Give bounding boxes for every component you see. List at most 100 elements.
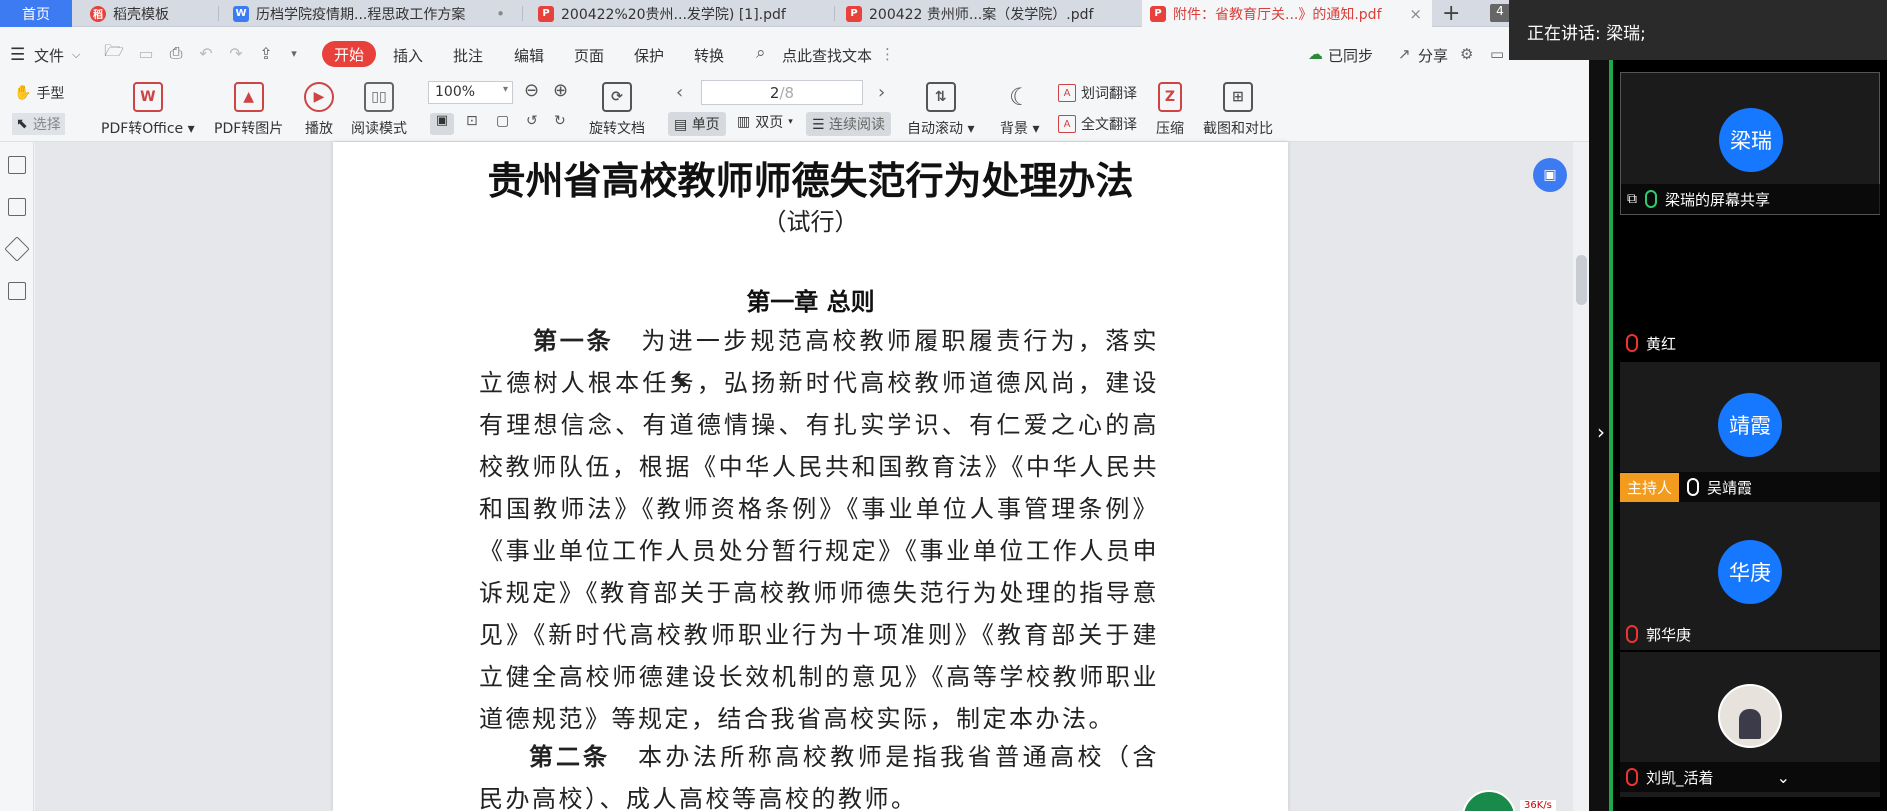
gear-icon[interactable]: ⚙: [1460, 45, 1473, 63]
more-chevron-icon[interactable]: ▾: [284, 43, 304, 63]
hand-tool[interactable]: ✋ 手型: [14, 83, 64, 103]
page-total: /8: [779, 84, 795, 102]
pdf-to-office-button[interactable]: W PDF转Office ▾: [101, 82, 195, 138]
fit-width-icon[interactable]: ⊡: [466, 113, 478, 129]
video-tile-share[interactable]: 梁瑞 ⧉ 梁瑞的屏幕共享: [1620, 72, 1881, 215]
active-indicator: [1609, 0, 1613, 811]
share-icon[interactable]: ↗: [1398, 45, 1411, 63]
tab-pdf-active[interactable]: P 附件：省教育厅关...》的通知.pdf ×: [1142, 0, 1432, 27]
single-page-label: 单页: [691, 117, 720, 133]
prev-page-icon[interactable]: ‹: [676, 82, 683, 103]
undo-icon[interactable]: ↶: [196, 43, 216, 63]
chevron-down-icon[interactable]: ⌄: [1777, 768, 1790, 787]
rotate-right-icon[interactable]: ↻: [554, 113, 566, 129]
double-page-icon: ▥: [737, 114, 751, 130]
article-2: 第二条 本办法所称高校教师是指我省普通高校（含民办高校）、成人高校等高校的教师。: [479, 736, 1159, 811]
search-icon[interactable]: ⌕: [756, 43, 766, 63]
continuous-read-button[interactable]: ☰ 连续阅读: [806, 112, 892, 136]
tab-word-doc[interactable]: W 历档学院疫情期...程思政工作方案 •: [225, 0, 515, 27]
cloud-sync-icon[interactable]: ☁: [1308, 45, 1323, 63]
menu-edit[interactable]: 编辑: [514, 45, 544, 66]
search-text-button[interactable]: 点此查找文本: [782, 45, 872, 66]
mic-muted-icon: [1626, 625, 1638, 643]
close-icon[interactable]: ×: [1409, 5, 1422, 23]
background-label: 背景 ▾: [1000, 121, 1040, 137]
tab-home[interactable]: 首页: [0, 0, 72, 27]
video-tile-huanghong[interactable]: 黄红: [1620, 215, 1880, 360]
full-translate-button[interactable]: A 全文翻译: [1058, 114, 1137, 134]
auto-scroll-button[interactable]: ⇅ 自动滚动 ▾: [907, 82, 974, 138]
zoom-in-icon[interactable]: ⊕: [553, 80, 568, 101]
thumbnail-icon[interactable]: [8, 198, 26, 216]
tab-pdf-1[interactable]: P 200422%20贵州...发学院) [1].pdf: [530, 0, 830, 27]
screenshot-compare-button[interactable]: ⊞ 截图和对比: [1203, 82, 1273, 138]
rotate-document-label: 旋转文档: [589, 121, 645, 137]
bookmark-icon[interactable]: [4, 236, 30, 262]
redo-icon[interactable]: ↷: [226, 43, 246, 63]
rotate-left-icon[interactable]: ↺: [526, 113, 538, 129]
menu-page[interactable]: 页面: [574, 45, 604, 66]
chevron-down-icon[interactable]: ⌵: [72, 48, 80, 62]
menu-annotate[interactable]: 批注: [453, 45, 483, 66]
chat-icon[interactable]: ▭: [1490, 45, 1504, 63]
tab-start[interactable]: 开始: [322, 41, 376, 67]
background-button[interactable]: ☾ 背景 ▾: [1000, 82, 1039, 138]
save-icon[interactable]: ▭: [136, 43, 156, 63]
select-tool[interactable]: ⬉ 选择: [12, 113, 65, 135]
rotate-document-button[interactable]: ⟳ 旋转文档: [589, 82, 645, 138]
menu-convert[interactable]: 转换: [694, 45, 724, 66]
video-tile-host[interactable]: 靖霞 主持人 吴靖霞: [1620, 362, 1880, 507]
share-button[interactable]: 分享: [1418, 45, 1448, 66]
scrollbar-thumb[interactable]: [1576, 255, 1587, 305]
tab-count-badge[interactable]: 4: [1490, 4, 1510, 22]
expand-panel-icon[interactable]: ›: [1597, 420, 1605, 444]
video-tile-guohuageng[interactable]: 华庚 郭华庚: [1620, 507, 1880, 650]
play-button[interactable]: ▶ 播放: [304, 82, 334, 138]
pdf-page[interactable]: 贵州省高校教师师德失范行为处理办法 （试行） 第一章 总则 第一条 为进一步规范高…: [333, 142, 1288, 811]
fit-page-icon[interactable]: ▣: [430, 113, 454, 135]
read-mode-button[interactable]: ▯▯ 阅读模式: [351, 82, 407, 138]
tab-pdf-2-label: 200422 贵州师...案（发学院）.pdf: [869, 6, 1094, 23]
tab-bar: 首页 稻 稻壳模板 W 历档学院疫情期...程思政工作方案 • P 200422…: [0, 0, 1589, 27]
participant-name: 郭华庚: [1646, 625, 1692, 644]
video-tile-liukai[interactable]: 刘凯_活着 ⌄: [1620, 652, 1880, 797]
actual-size-icon[interactable]: ▢: [496, 113, 509, 129]
chevron-down-icon: ▾: [502, 84, 508, 95]
menu-file[interactable]: 文件: [34, 45, 64, 66]
tab-pdf-2[interactable]: P 200422 贵州师...案（发学院）.pdf: [838, 0, 1138, 27]
pdf-to-image-button[interactable]: ▲ PDF转图片: [214, 82, 283, 138]
print-icon[interactable]: ⎙: [166, 43, 186, 63]
annotation-icon[interactable]: [8, 282, 26, 300]
new-tab-button[interactable]: +: [1442, 1, 1460, 26]
translate-icon: A: [1058, 84, 1076, 102]
double-page-button[interactable]: ▥ 双页 ▾: [737, 112, 793, 132]
participant-bar: 黄红: [1620, 328, 1880, 358]
menu-protect[interactable]: 保护: [634, 45, 664, 66]
pdf-to-office-icon: W: [132, 82, 163, 112]
float-tool-button[interactable]: ▣: [1533, 158, 1567, 192]
tab-docer[interactable]: 稻 稻壳模板: [82, 0, 212, 27]
single-page-button[interactable]: ▤ 单页: [668, 112, 726, 136]
page-number-input[interactable]: 2/8: [701, 80, 863, 105]
compress-button[interactable]: Z 压缩: [1156, 82, 1184, 138]
tab-pdf-active-label: 附件：省教育厅关...》的通知.pdf: [1173, 6, 1382, 23]
left-sidebar: [0, 142, 34, 811]
speaking-banner: 正在讲话: 梁瑞;: [1509, 0, 1887, 60]
hamburger-icon[interactable]: ☰: [10, 45, 25, 65]
export-icon[interactable]: ⇪: [256, 43, 276, 63]
mic-muted-icon: [1626, 768, 1638, 786]
word-translate-button[interactable]: A 划词翻译: [1058, 83, 1137, 103]
outline-icon[interactable]: [8, 156, 26, 174]
auto-scroll-icon: ⇅: [925, 82, 956, 112]
more-icon[interactable]: ⋮: [880, 45, 895, 63]
open-folder-icon[interactable]: 🗁: [104, 41, 124, 63]
zip-icon: Z: [1158, 82, 1182, 112]
zoom-out-icon[interactable]: ⊖: [524, 80, 539, 101]
zoom-select[interactable]: 100% ▾: [428, 81, 513, 104]
hand-icon: ✋: [14, 85, 32, 101]
menu-insert[interactable]: 插入: [393, 45, 423, 66]
zoom-value: 100%: [435, 84, 476, 100]
next-page-icon[interactable]: ›: [878, 82, 885, 103]
vertical-scrollbar[interactable]: [1573, 142, 1589, 811]
sync-status[interactable]: 已同步: [1328, 45, 1373, 66]
